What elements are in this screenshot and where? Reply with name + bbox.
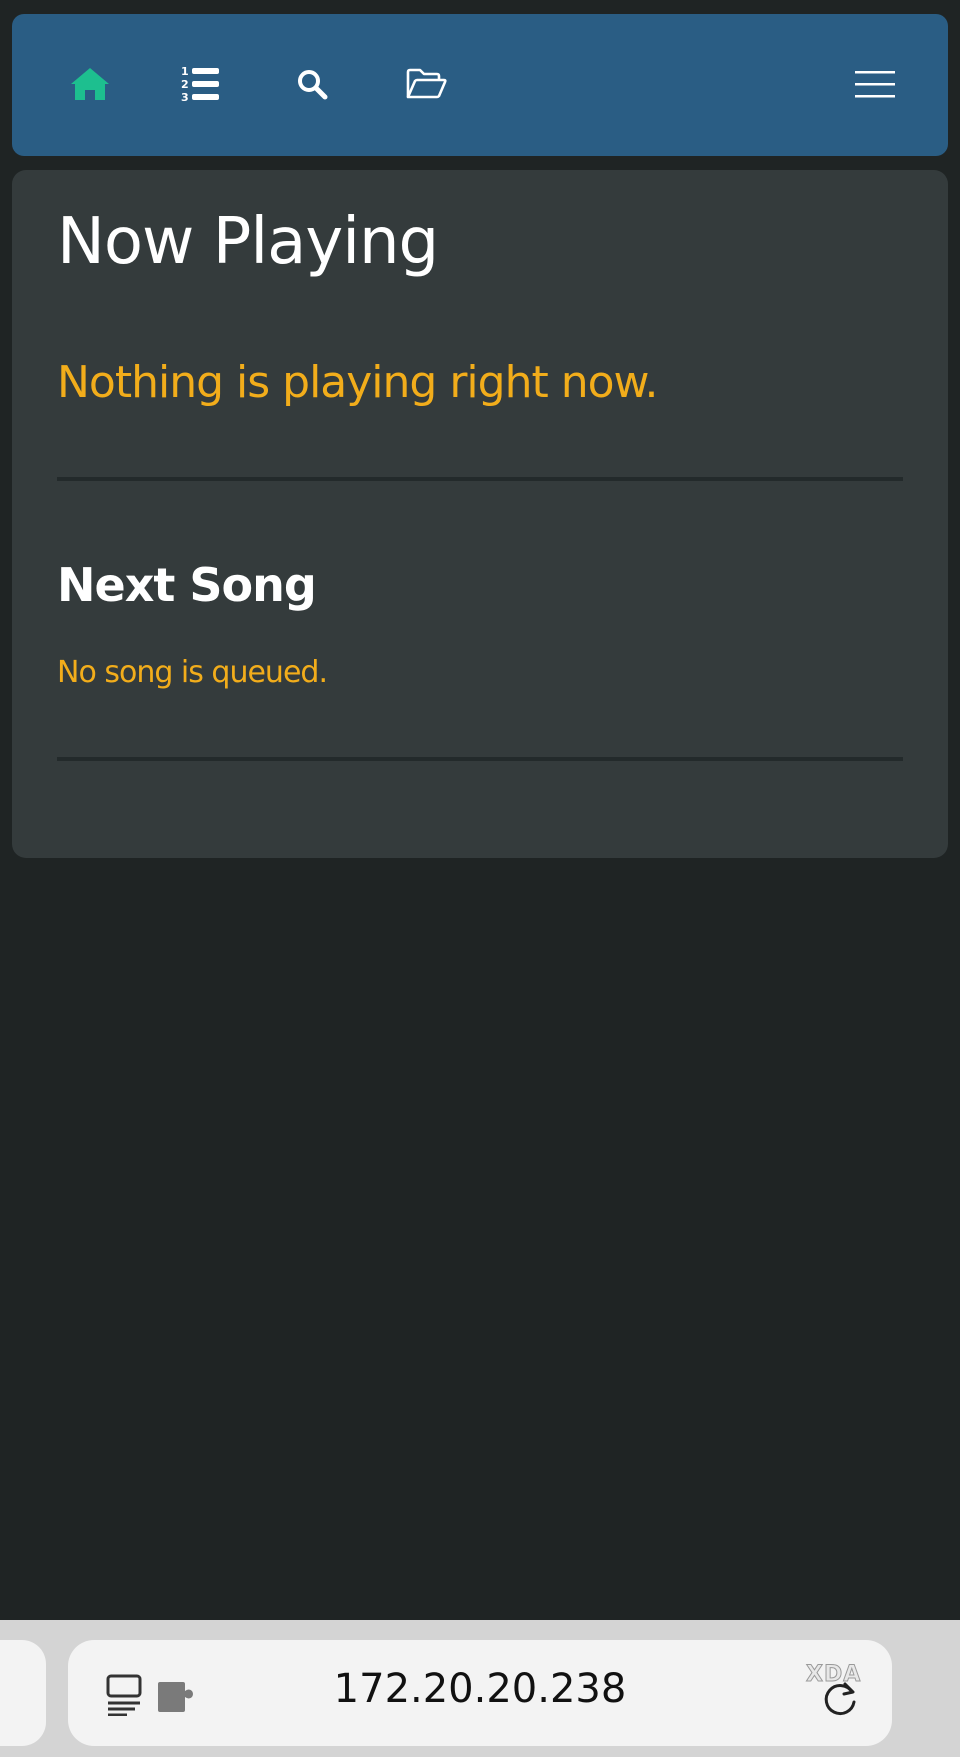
url-text: 172.20.20.238 — [333, 1666, 627, 1712]
xda-watermark: XDA — [805, 1662, 862, 1687]
now-playing-status: Nothing is playing right now. — [57, 357, 658, 408]
nav-queue-button[interactable]: 1 2 3 — [176, 59, 226, 109]
nav-search-button[interactable] — [287, 59, 337, 109]
next-song-status: No song is queued. — [57, 655, 328, 690]
divider — [57, 757, 903, 761]
now-playing-card: Now Playing Nothing is playing right now… — [12, 170, 948, 858]
home-icon — [71, 68, 109, 100]
svg-text:1: 1 — [181, 65, 189, 78]
page-title: Now Playing — [57, 205, 439, 279]
hamburger-menu-icon — [855, 71, 895, 98]
folder-open-icon — [406, 68, 447, 99]
url-bar[interactable]: 172.20.20.238 — [68, 1640, 892, 1746]
svg-text:3: 3 — [181, 91, 189, 104]
top-navbar: 1 2 3 — [12, 14, 948, 156]
next-song-heading: Next Song — [57, 558, 317, 612]
nav-home-button[interactable] — [65, 59, 115, 109]
previous-tab-preview[interactable] — [0, 1640, 46, 1746]
nav-browse-button[interactable] — [401, 59, 451, 109]
divider — [57, 477, 903, 481]
ordered-list-icon: 1 2 3 — [181, 65, 219, 104]
search-icon — [298, 70, 328, 100]
hamburger-menu-button[interactable] — [850, 59, 900, 109]
browser-address-bar: 172.20.20.238 XDA — [0, 1620, 960, 1757]
svg-text:2: 2 — [181, 78, 189, 91]
